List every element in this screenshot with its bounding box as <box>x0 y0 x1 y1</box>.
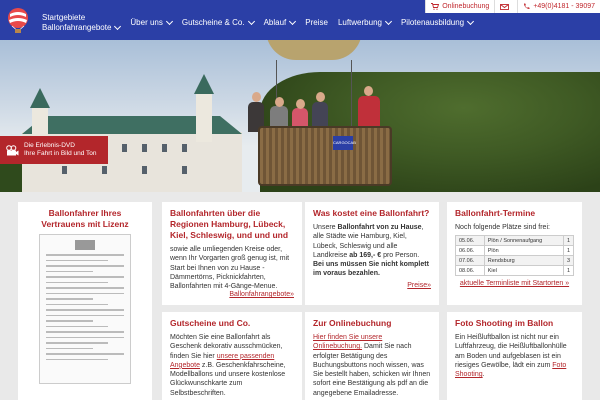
dates-list-link[interactable]: aktuelle Terminliste mit Startorten » <box>455 280 574 287</box>
seats-cell: 1 <box>562 245 575 257</box>
chevron-down-icon <box>467 17 475 26</box>
dates-subtitle: Noch folgende Plätze sind frei: <box>455 224 550 231</box>
date-cell: 07.06. <box>455 255 485 267</box>
nav-ablauf[interactable]: Ablauf <box>259 17 301 28</box>
offers-link[interactable]: Ballonfahrangebote» <box>170 291 294 298</box>
regions-text: sowie alle umliegenden Kreise oder, wenn… <box>170 246 290 291</box>
price-bold-c: Bei uns müssen Sie nicht komplett im vor… <box>313 261 429 278</box>
nav-preise-label: Preise <box>305 18 328 27</box>
balloon-logo-icon[interactable] <box>6 8 30 34</box>
chevron-down-icon <box>384 17 393 26</box>
nav-luftwerbung[interactable]: Luftwerbung <box>333 17 396 28</box>
nav-preise[interactable]: Preise <box>300 18 333 28</box>
price-bold-a: Ballonfahrt von zu Hause <box>337 224 422 231</box>
phone-link[interactable]: +49(0)4181 - 39097 <box>517 0 600 13</box>
dvd-promo-tab[interactable]: Die Erlebnis-DVD Ihre Fahrt in Bild und … <box>0 136 108 164</box>
price-title: Was kostet eine Ballonfahrt? <box>313 208 430 218</box>
seats-cell: 3 <box>562 255 575 267</box>
photo-card: Foto Shooting im Ballon Ein Heißluftball… <box>447 312 582 400</box>
nav-gutscheine[interactable]: Gutscheine & Co. <box>177 17 259 28</box>
regions-card: Ballonfahrten über die Regionen Hamburg,… <box>162 202 302 305</box>
nav-startgebiete[interactable]: Startgebiete Ballonfahrangebote <box>37 13 125 33</box>
seats-cell: 1 <box>562 235 575 247</box>
nav-pilotenausbildung-label: Pilotenausbildung <box>400 18 465 27</box>
film-camera-icon <box>6 144 19 155</box>
hero-image: CARGOCAB <box>0 40 600 192</box>
booking-text-body: Damit Sie nach erfolgter Betätigung des … <box>313 343 431 397</box>
nav-luftwerbung-label: Luftwerbung <box>337 18 382 27</box>
prices-link[interactable]: Preise» <box>313 282 431 289</box>
dates-title: Ballonfahrt-Termine <box>455 208 536 218</box>
seats-cell: 1 <box>562 265 575 277</box>
place-cell: Plön <box>483 245 564 257</box>
balloon-envelope <box>266 40 362 60</box>
chevron-down-icon <box>247 17 255 26</box>
date-cell: 05.06. <box>455 235 485 247</box>
balloon-basket <box>258 126 392 186</box>
license-title: Ballonfahrer Ihres Vertrauens mit Lizenz <box>41 208 129 229</box>
nav-startgebiete-line2: Ballonfahrangebote <box>42 23 112 32</box>
nav-gutscheine-label: Gutscheine & Co. <box>181 18 245 27</box>
date-cell: 06.06. <box>455 245 485 257</box>
photo-title: Foto Shooting im Ballon <box>455 318 554 328</box>
email-link[interactable] <box>494 0 518 13</box>
dvd-line2: Ihre Fahrt in Bild und Ton <box>24 150 97 157</box>
table-row[interactable]: 05.06. Plön / Sonnenaufgang 1 <box>455 235 575 247</box>
nav-pilotenausbildung[interactable]: Pilotenausbildung <box>396 17 478 28</box>
price-text-a: Unsere <box>313 224 338 231</box>
mail-icon <box>500 3 510 10</box>
vouchers-text: Möchten Sie eine Ballonfahrt als Geschen… <box>170 333 294 398</box>
photo-text: Ein Heißluftballon ist nicht nur ein Luf… <box>455 333 574 379</box>
nav-ueber-uns[interactable]: Über uns <box>125 17 176 28</box>
phone-number: +49(0)4181 - 39097 <box>533 3 595 10</box>
price-card: Was kostet eine Ballonfahrt? Unsere Ball… <box>305 202 439 305</box>
place-cell: Plön / Sonnenaufgang <box>483 235 564 247</box>
vouchers-card: Gutscheine und Co. Möchten Sie eine Ball… <box>162 312 302 400</box>
dvd-line1: Die Erlebnis-DVD <box>24 142 75 149</box>
dates-card: Ballonfahrt-Termine Noch folgende Plätze… <box>447 202 582 305</box>
chevron-down-icon <box>114 22 122 31</box>
online-booking-link[interactable]: Onlinebuchung <box>425 0 495 13</box>
price-text-c: pro Person. <box>381 251 420 259</box>
vouchers-title: Gutscheine und Co. <box>170 318 251 328</box>
table-row[interactable]: 08.06. Kiel 1 <box>455 265 575 277</box>
place-cell: Kiel <box>483 265 564 277</box>
photo-text-end: . <box>482 371 485 379</box>
license-card: Ballonfahrer Ihres Vertrauens mit Lizenz <box>18 202 152 400</box>
online-booking-label: Onlinebuchung <box>442 3 490 10</box>
nav-ablauf-label: Ablauf <box>263 18 287 27</box>
basket-sign: CARGOCAB <box>333 136 356 150</box>
table-row[interactable]: 06.06. Plön 1 <box>455 245 575 257</box>
cart-icon <box>431 3 440 10</box>
chevron-down-icon <box>289 17 297 26</box>
nav-startgebiete-line1: Startgebiete <box>42 13 86 22</box>
photo-text-body: Ein Heißluftballon ist nicht nur ein Luf… <box>455 334 567 369</box>
booking-card: Zur Onlinebuchung Hier finden Sie unsere… <box>305 312 439 400</box>
table-row[interactable]: 07.06. Rendsburg 3 <box>455 255 575 267</box>
utility-bar: Onlinebuchung +49(0)4181 - 39097 <box>425 0 600 13</box>
price-bold-b: ab 169,- € <box>349 251 382 259</box>
booking-title: Zur Onlinebuchung <box>313 318 392 328</box>
dates-table: 05.06. Plön / Sonnenaufgang 1 06.06. Plön 1 … <box>455 235 575 277</box>
price-text: Unsere Ballonfahrt von zu Hause, alle St… <box>313 223 431 279</box>
nav-ueber-uns-label: Über uns <box>130 18 163 27</box>
regions-title: Ballonfahrten über die Regionen Hamburg,… <box>170 208 289 240</box>
date-cell: 08.06. <box>455 265 485 277</box>
license-document-image[interactable] <box>39 234 131 384</box>
phone-icon <box>524 3 530 9</box>
chevron-down-icon <box>165 17 173 26</box>
place-cell: Rendsburg <box>483 255 564 267</box>
booking-text: Hier finden Sie unsere Onlinebuchung. Da… <box>313 333 431 398</box>
